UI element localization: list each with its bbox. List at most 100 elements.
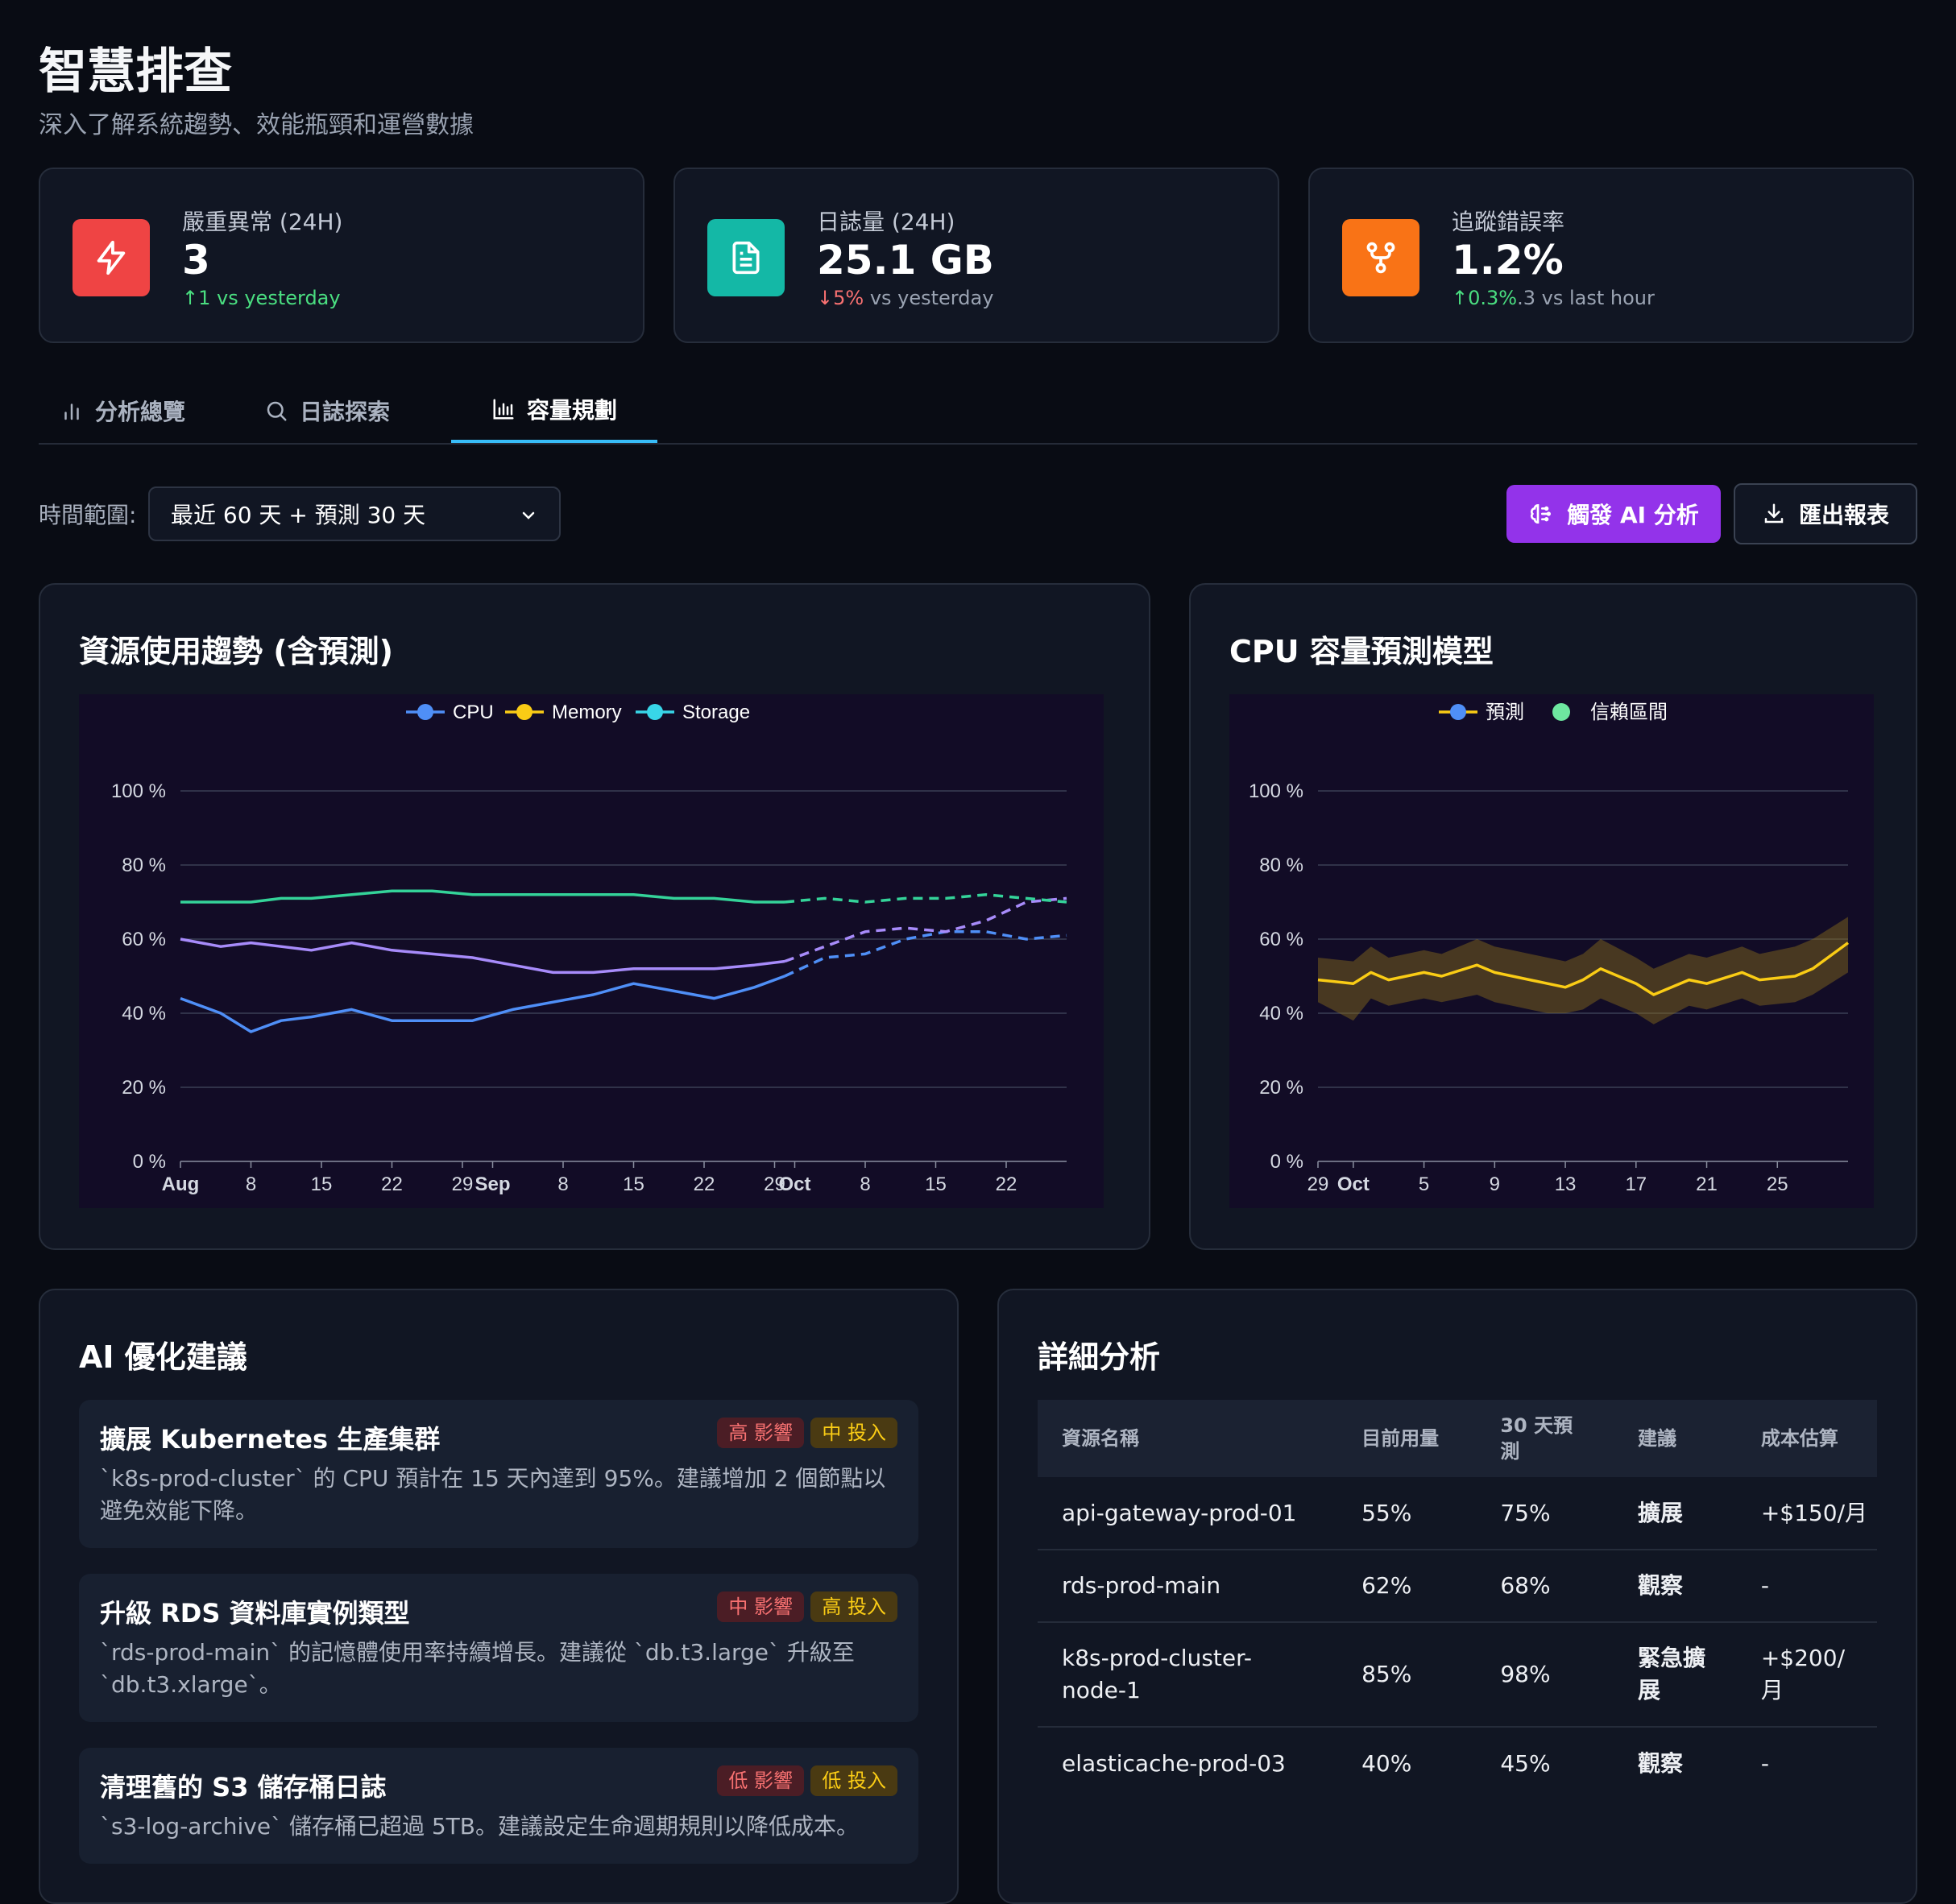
kpi-value: 1.2% xyxy=(1452,237,1564,284)
x-tick-label: 8 xyxy=(860,1173,870,1195)
tab-log-explore[interactable]: 日誌探索 xyxy=(264,379,390,443)
legend-marker-dot xyxy=(1450,704,1466,720)
time-range-select[interactable]: 最近 60 天 + 預測 30 天 xyxy=(148,486,561,541)
kpi-label: 日誌量 (24H) xyxy=(817,209,955,235)
cost-estimate: - xyxy=(1760,1749,1769,1777)
tab-analysis-overview[interactable]: 分析總覽 xyxy=(60,379,185,443)
cpu-forecast-chart: 0 % 20 % 40 % 60 % 80 % 100 % 29 Oct 5 9 13 17 21 25 預… xyxy=(1249,702,1850,1195)
x-tick-label: 13 xyxy=(1555,1173,1577,1195)
resource-name: k8s-prod-cluster-node-1 xyxy=(1038,1622,1338,1728)
kpi-card-log-volume: 日誌量 (24H) 25.1 GB ↓5% vs yesterday xyxy=(673,168,1279,343)
column-header: 30 天預測 xyxy=(1476,1400,1614,1477)
recommended-action: 觀察 xyxy=(1613,1550,1737,1623)
legend-marker-dot xyxy=(647,704,663,720)
tab-bar: 分析總覽 日誌探索 容量規劃 xyxy=(39,379,1917,445)
recommendation-description: `k8s-prod-cluster` 的 CPU 預計在 15 天內達到 95%… xyxy=(100,1465,886,1524)
recommendation-card[interactable]: 清理舊的 S3 儲存桶日誌 低 影響 低 投入 `s3-log-archive`… xyxy=(79,1748,918,1864)
legend-label: Storage xyxy=(682,702,750,723)
y-tick-label: 100 % xyxy=(1249,780,1303,802)
table-row[interactable]: api-gateway-prod-01 55% 75% 擴展 +$150/月 xyxy=(1038,1477,1877,1550)
y-tick-label: 60 % xyxy=(1259,929,1303,950)
x-tick-label: 22 xyxy=(381,1173,403,1195)
legend-marker-dot xyxy=(516,704,533,720)
kpi-value: 25.1 GB xyxy=(817,237,994,284)
resource-name: api-gateway-prod-01 xyxy=(1038,1477,1338,1550)
table-row[interactable]: elasticache-prod-03 40% 45% 觀察 - xyxy=(1038,1727,1877,1799)
kpi-label: 嚴重異常 (24H) xyxy=(182,209,343,235)
kpi-delta: ↑1 vs yesterday xyxy=(182,287,341,309)
document-icon xyxy=(707,219,785,296)
cost-estimate: +$150/月 xyxy=(1736,1477,1877,1550)
panel-title: 詳細分析 xyxy=(1038,1339,1161,1375)
git-fork-icon xyxy=(1342,219,1419,296)
recommendation-title: 清理舊的 S3 儲存桶日誌 xyxy=(100,1772,387,1803)
legend-marker-dot xyxy=(1552,703,1570,721)
current-usage: 55% xyxy=(1337,1477,1477,1550)
legend-label: CPU xyxy=(453,702,494,723)
x-tick-label: 8 xyxy=(557,1173,568,1195)
recommendation-title: 升級 RDS 資料庫實例類型 xyxy=(100,1598,410,1629)
recommended-action: 觀察 xyxy=(1637,1749,1683,1777)
series-line-memory xyxy=(180,938,785,975)
series-forecast-line-cpu xyxy=(784,930,1067,978)
forecast-usage: 75% xyxy=(1476,1477,1614,1550)
time-range-value: 最近 60 天 + 預測 30 天 xyxy=(171,502,426,528)
recommendation-description: `s3-log-archive` 儲存桶已超過 5TB。建議設定生命週期規則以降… xyxy=(100,1813,859,1840)
download-icon xyxy=(1764,503,1784,524)
x-tick-label: Sep xyxy=(474,1173,510,1195)
legend-marker-dot xyxy=(417,704,433,720)
y-tick-label: 40 % xyxy=(122,1003,166,1024)
x-tick-label: 8 xyxy=(246,1173,256,1195)
export-report-button[interactable]: 匯出報表 xyxy=(1734,483,1917,544)
x-tick-label: Oct xyxy=(1337,1173,1370,1195)
time-range-label: 時間範圍: xyxy=(39,502,137,528)
resource-trend-chart: 0 % 20 % 40 % 60 % 80 % 100 % Aug 8 15 22 29 Sep 8 15… xyxy=(111,702,1067,1195)
column-header: 成本估算 xyxy=(1736,1400,1877,1477)
kpi-card-anomalies: 嚴重異常 (24H) 3 ↑1 vs yesterday xyxy=(39,168,644,343)
recommended-action: 擴展 xyxy=(1613,1477,1737,1550)
confidence-band xyxy=(1318,917,1848,1024)
page-title: 智慧排查 xyxy=(39,43,232,100)
brain-icon xyxy=(1531,503,1552,524)
y-tick-label: 0 % xyxy=(133,1151,166,1173)
x-tick-label: 15 xyxy=(925,1173,947,1195)
x-tick-label: 15 xyxy=(623,1173,644,1195)
forecast-usage: 98% xyxy=(1476,1622,1614,1728)
kpi-delta: ↑0.3%.3 vs last hour xyxy=(1452,287,1655,309)
tab-label: 日誌探索 xyxy=(300,399,391,425)
y-tick-label: 0 % xyxy=(1270,1151,1303,1173)
x-tick-label: 15 xyxy=(311,1173,333,1195)
kpi-card-trace-error-rate: 追蹤錯誤率 1.2% ↑0.3%.3 vs last hour xyxy=(1308,168,1914,343)
resource-name: rds-prod-main xyxy=(1038,1550,1338,1623)
chevron-down-icon xyxy=(522,511,535,519)
column-header: 目前用量 xyxy=(1337,1400,1477,1477)
y-tick-label: 20 % xyxy=(122,1077,166,1099)
x-tick-label: 29 xyxy=(452,1173,474,1195)
page-subtitle: 深入了解系統趨勢、效能瓶頸和運營數據 xyxy=(39,111,474,139)
x-tick-label: Oct xyxy=(778,1173,810,1195)
table-row[interactable]: k8s-prod-cluster-node-1 85% 98% 緊急擴展 +$2… xyxy=(1038,1622,1877,1728)
column-chart-icon xyxy=(493,399,514,420)
recommendation-card[interactable]: 升級 RDS 資料庫實例類型 中 影響 高 投入 `rds-prod-main`… xyxy=(79,1574,918,1722)
series-line-storage xyxy=(180,889,785,904)
trigger-ai-analysis-button[interactable]: 觸發 AI 分析 xyxy=(1506,485,1721,543)
y-tick-label: 100 % xyxy=(111,780,166,802)
resource-name: elasticache-prod-03 xyxy=(1062,1749,1286,1777)
resource-trend-panel: 資源使用趨勢 (含預測) 0 % 20 % 40 % 60 % 80 % 100 % Aug… xyxy=(39,583,1150,1250)
x-tick-label: 22 xyxy=(996,1173,1017,1195)
recommendation-card[interactable]: 擴展 Kubernetes 生產集群 高 影響 中 投入 `k8s-prod-c… xyxy=(79,1400,918,1548)
x-tick-label: 21 xyxy=(1696,1173,1718,1195)
y-tick-label: 80 % xyxy=(1259,855,1303,876)
panel-title: 資源使用趨勢 (含預測) xyxy=(79,634,393,669)
effort-badge: 低 投入 xyxy=(810,1765,897,1796)
tab-capacity-planning[interactable]: 容量規劃 xyxy=(451,379,657,443)
table-row[interactable]: rds-prod-main 62% 68% 觀察 - xyxy=(1038,1550,1877,1623)
x-tick-label: Aug xyxy=(162,1173,200,1195)
series-forecast-line-memory xyxy=(784,896,1067,963)
x-tick-label: 9 xyxy=(1490,1173,1500,1195)
tab-label: 容量規劃 xyxy=(526,397,617,424)
current-usage: 62% xyxy=(1337,1550,1477,1623)
forecast-usage: 45% xyxy=(1500,1749,1551,1777)
detail-analysis-panel: 詳細分析 資源名稱 目前用量 30 天預測 建議 成本估算 api-gatewa… xyxy=(997,1289,1917,1904)
recommended-action: 緊急擴展 xyxy=(1613,1622,1737,1728)
